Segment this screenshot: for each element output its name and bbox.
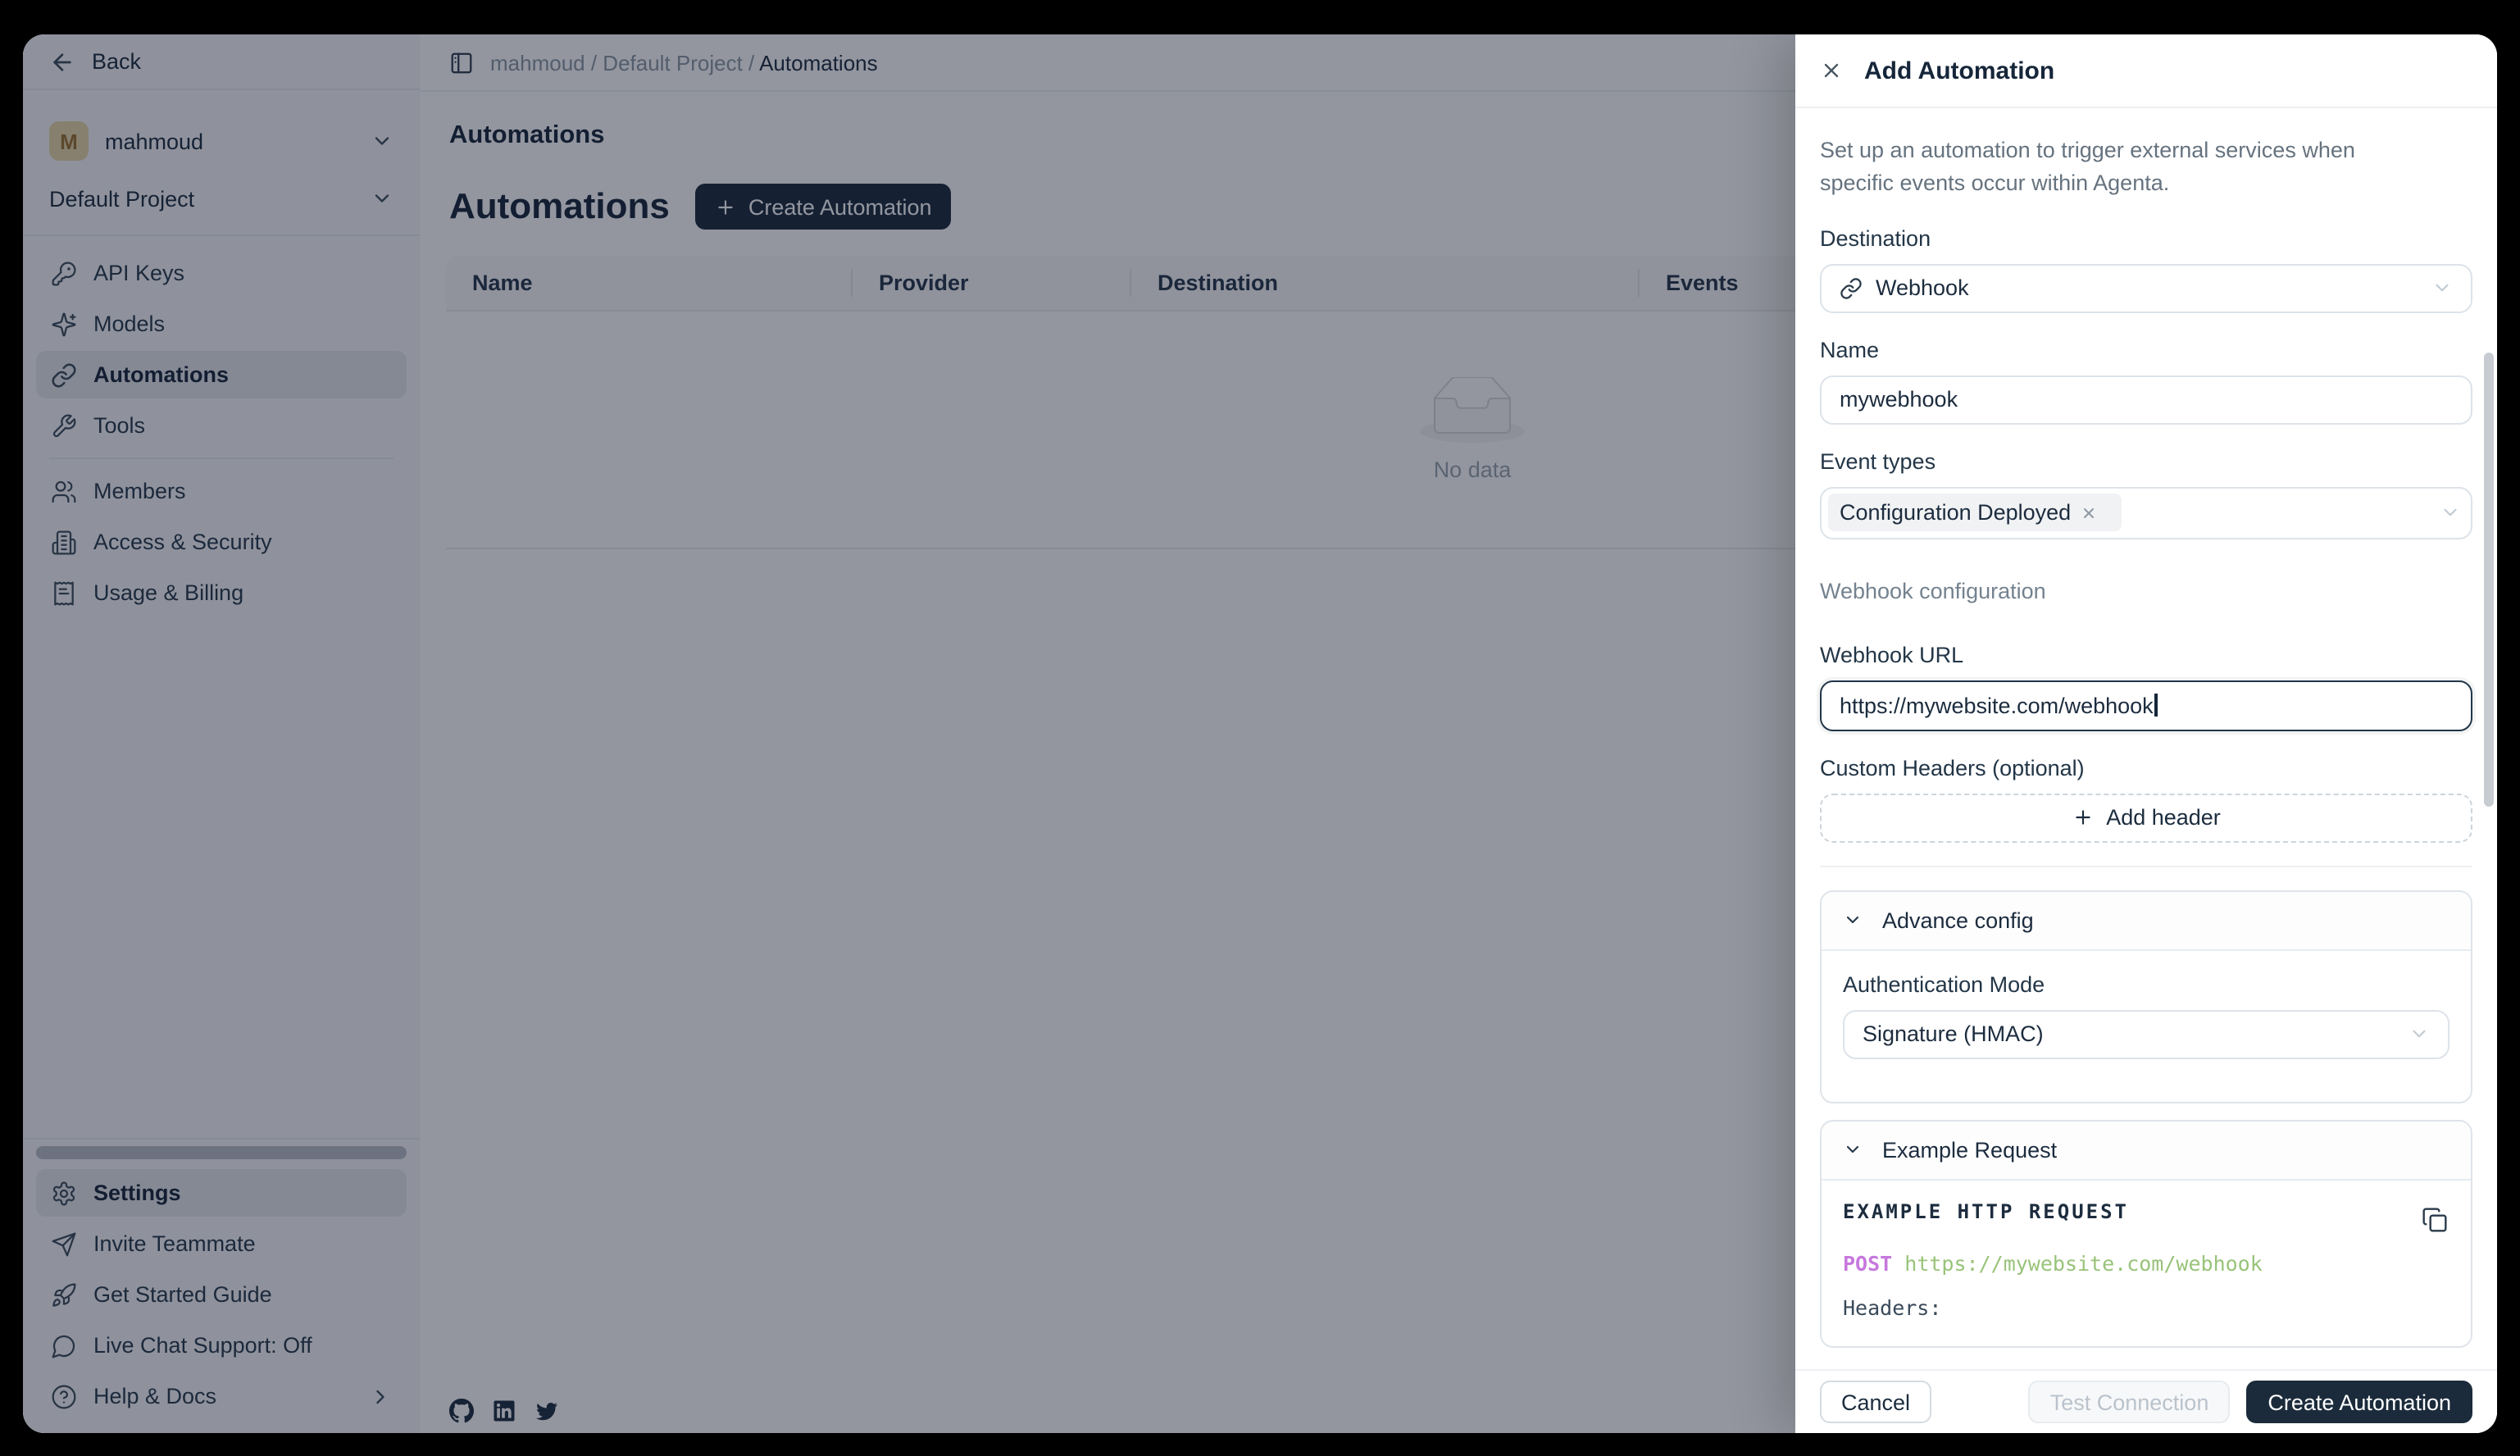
chevron-down-icon xyxy=(1843,910,1863,930)
event-type-tag: Configuration Deployed xyxy=(1828,494,2122,531)
http-url: https://mywebsite.com/webhook xyxy=(1904,1250,2263,1275)
chevron-down-icon xyxy=(2431,277,2453,298)
name-value: mywebhook xyxy=(1840,387,1958,412)
chevron-down-icon xyxy=(2440,502,2461,523)
add-header-button[interactable]: Add header xyxy=(1820,793,2472,842)
drawer-title: Add Automation xyxy=(1864,57,2054,84)
divider xyxy=(1820,865,2472,867)
auth-mode-label: Authentication Mode xyxy=(1843,971,2449,996)
drawer-footer: Cancel Test Connection Create Automation xyxy=(1795,1369,2497,1433)
test-connection-button[interactable]: Test Connection xyxy=(2029,1381,2231,1423)
app-window: Back M mahmoud Default Project xyxy=(23,34,2497,1433)
http-method: POST xyxy=(1843,1250,1892,1275)
screen: Back M mahmoud Default Project xyxy=(0,0,2520,1456)
example-request-header[interactable]: Example Request xyxy=(1822,1121,2471,1178)
event-type-tag-label: Configuration Deployed xyxy=(1840,500,2071,525)
tag-close-icon[interactable] xyxy=(2081,504,2097,521)
advance-config-title: Advance config xyxy=(1882,908,2034,932)
example-request-panel: Example Request EXAMPLE HTTP REQUEST POS… xyxy=(1820,1119,2472,1347)
example-caption: EXAMPLE HTTP REQUEST xyxy=(1843,1199,2449,1222)
destination-value: Webhook xyxy=(1876,275,1969,300)
example-request-title: Example Request xyxy=(1882,1137,2057,1162)
advance-config-header[interactable]: Advance config xyxy=(1822,891,2471,949)
link-icon xyxy=(1840,276,1863,299)
text-cursor xyxy=(2155,694,2158,717)
auth-mode-value: Signature (HMAC) xyxy=(1863,1021,2044,1046)
modal-overlay[interactable] xyxy=(23,34,1795,1433)
custom-headers-label: Custom Headers (optional) xyxy=(1820,755,2472,780)
example-request-body: EXAMPLE HTTP REQUEST POST https://mywebs… xyxy=(1822,1178,2471,1345)
event-types-select[interactable]: Configuration Deployed xyxy=(1820,486,2472,539)
advance-config-panel: Advance config Authentication Mode Signa… xyxy=(1820,890,2472,1103)
webhook-url-input[interactable]: https://mywebsite.com/webhook xyxy=(1820,680,2472,730)
drawer-header: Add Automation xyxy=(1795,34,2497,108)
add-automation-drawer: Add Automation Set up an automation to t… xyxy=(1795,34,2497,1433)
plus-icon xyxy=(2072,807,2093,828)
destination-label: Destination xyxy=(1820,225,2472,250)
auth-mode-select[interactable]: Signature (HMAC) xyxy=(1843,1009,2449,1058)
name-input[interactable]: mywebhook xyxy=(1820,375,2472,424)
drawer-body: Set up an automation to trigger external… xyxy=(1795,108,2497,1369)
advance-config-body: Authentication Mode Signature (HMAC) xyxy=(1822,949,2471,1101)
destination-select[interactable]: Webhook xyxy=(1820,263,2472,312)
chevron-down-icon xyxy=(2409,1023,2430,1044)
webhook-config-heading: Webhook configuration xyxy=(1820,578,2472,603)
webhook-url-value: https://mywebsite.com/webhook xyxy=(1840,693,2154,717)
add-header-label: Add header xyxy=(2106,805,2221,830)
example-code-line: POST https://mywebsite.com/webhook xyxy=(1843,1250,2449,1275)
example-clipped-line: Headers: xyxy=(1843,1294,2449,1319)
drawer-scrollbar[interactable] xyxy=(2484,353,2494,807)
drawer-description: Set up an automation to trigger external… xyxy=(1820,134,2427,201)
copy-icon[interactable] xyxy=(2422,1206,2448,1232)
webhook-url-label: Webhook URL xyxy=(1820,642,2472,667)
name-label: Name xyxy=(1820,337,2472,362)
close-icon[interactable] xyxy=(1820,59,1843,82)
chevron-down-icon xyxy=(1843,1140,1863,1159)
event-types-label: Event types xyxy=(1820,448,2472,473)
cancel-button[interactable]: Cancel xyxy=(1820,1381,1931,1423)
create-automation-submit-button[interactable]: Create Automation xyxy=(2246,1381,2472,1423)
